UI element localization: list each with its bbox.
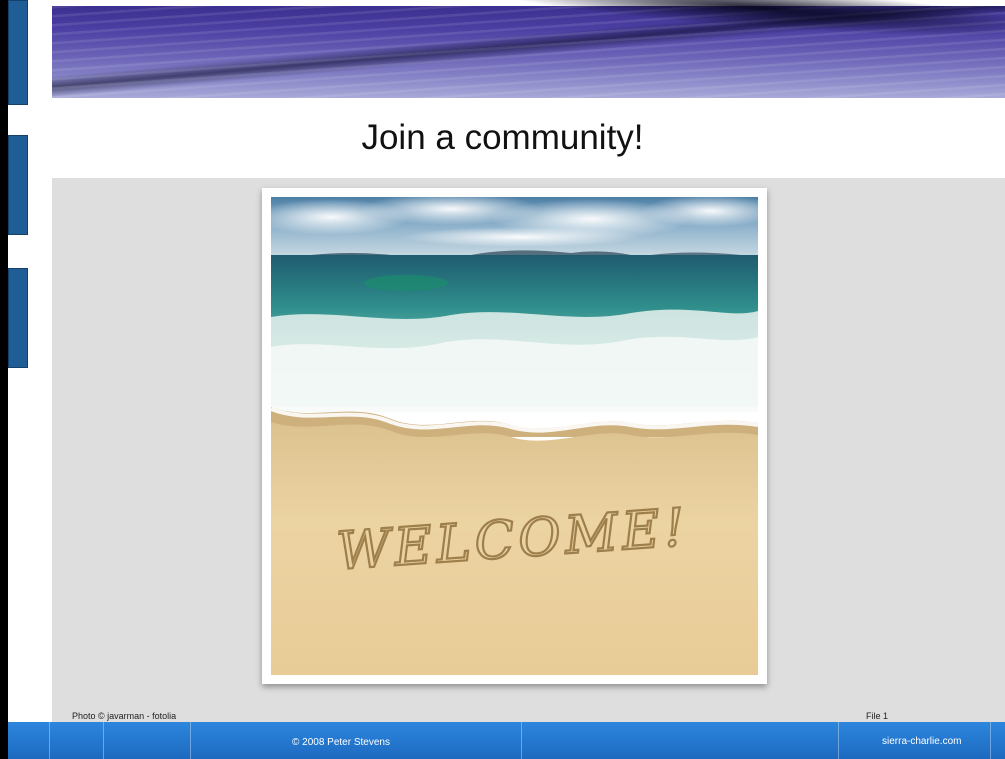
left-rail xyxy=(0,0,8,759)
footer-divider xyxy=(521,722,522,759)
photo-frame: WELCOME! xyxy=(262,188,767,684)
footer-copyright: © 2008 Peter Stevens xyxy=(292,737,390,748)
slide-title: Join a community! xyxy=(361,118,644,157)
file-label: File 1 xyxy=(866,711,889,721)
footer-divider xyxy=(990,722,991,759)
footer-divider xyxy=(838,722,839,759)
side-tab xyxy=(8,268,28,368)
footer-site: sierra-charlie.com xyxy=(882,736,962,747)
photo-credit: Photo © javarman - fotolia xyxy=(72,711,177,721)
footer-divider xyxy=(103,722,104,759)
footer-bar: © 2008 Peter Stevens sierra-charlie.com xyxy=(8,722,1005,759)
side-tab xyxy=(8,0,28,105)
header-banner-image xyxy=(52,6,1005,98)
footer-divider xyxy=(49,722,50,759)
beach-welcome-photo: WELCOME! xyxy=(271,197,758,675)
slide: Join a community! WELCOME! Photo © javar… xyxy=(0,0,1005,759)
footer-divider xyxy=(190,722,191,759)
